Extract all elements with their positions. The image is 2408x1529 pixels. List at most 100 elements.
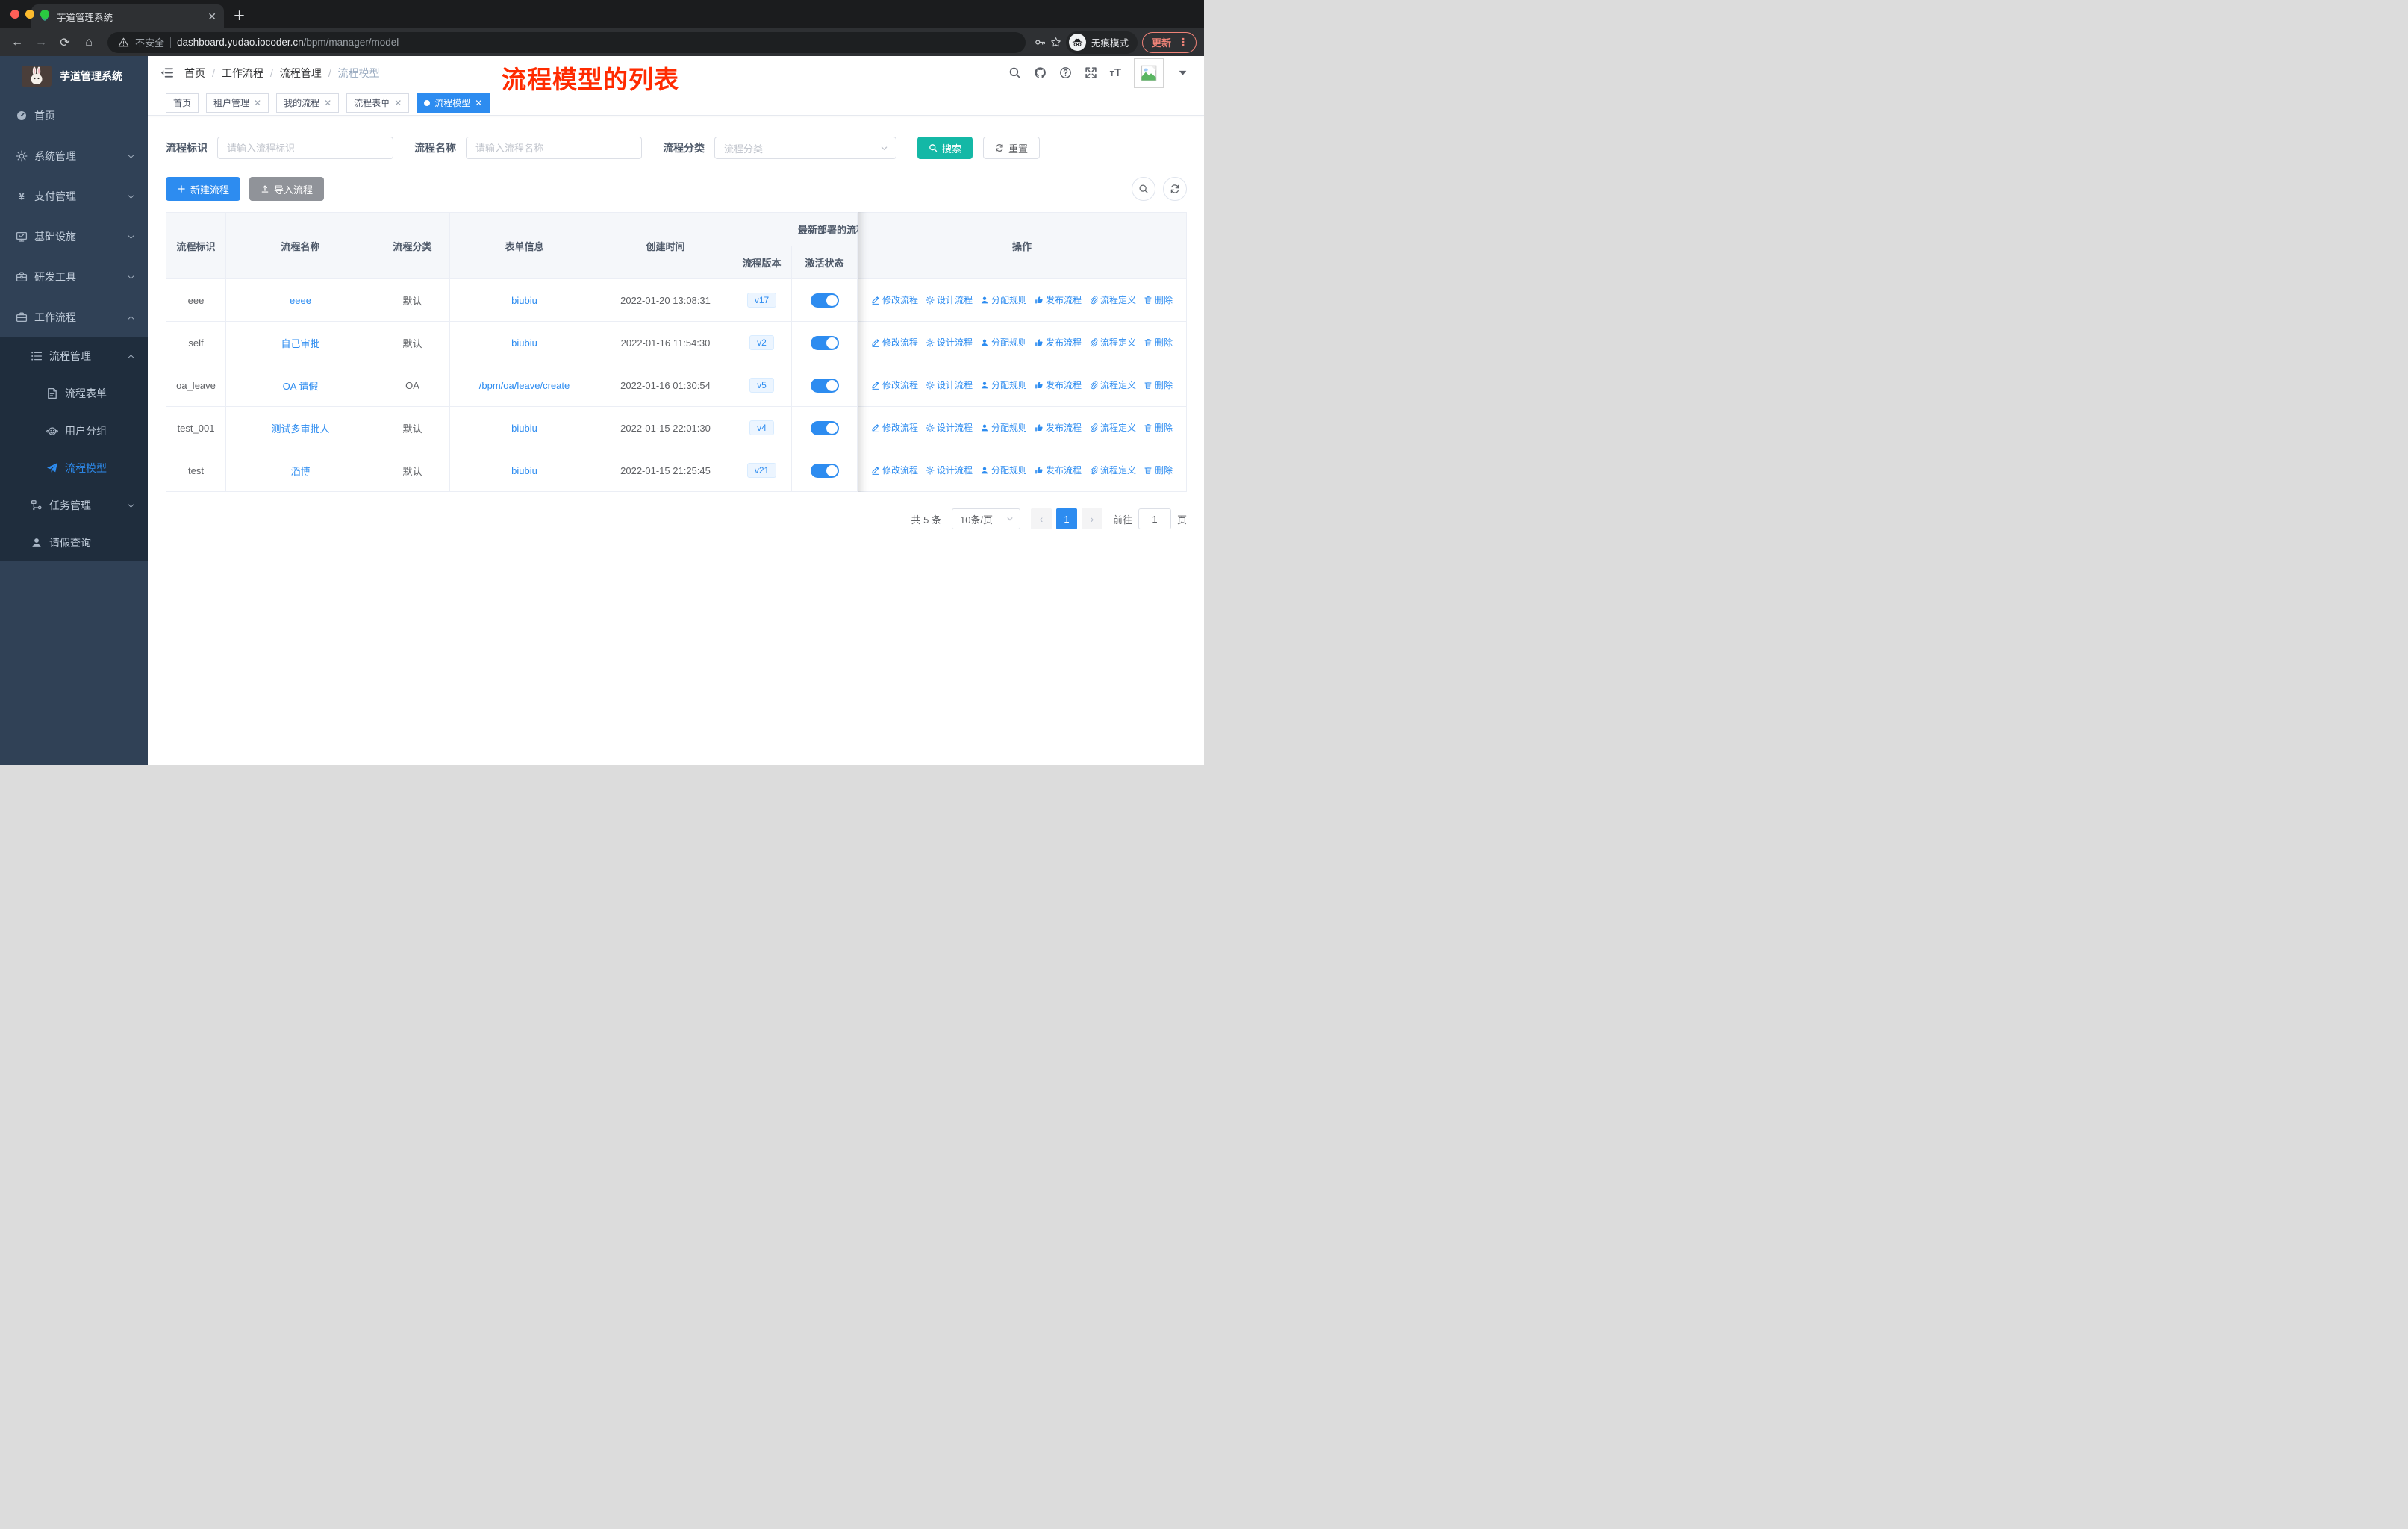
forward-icon[interactable]: → (31, 36, 51, 49)
new-tab-button[interactable]: ＋ (233, 5, 246, 24)
back-icon[interactable]: ← (7, 36, 27, 49)
star-icon[interactable] (1050, 37, 1061, 48)
tag-close-icon[interactable]: ✕ (324, 98, 331, 108)
action-delete[interactable]: 删除 (1144, 293, 1173, 306)
sidebar-item-leave-query[interactable]: 请假查询 (0, 524, 148, 561)
sidebar-item-devtool[interactable]: 研发工具 (0, 257, 148, 297)
security-label[interactable]: 不安全 (135, 35, 164, 49)
status-toggle[interactable] (810, 420, 839, 435)
action-definition[interactable]: 流程定义 (1089, 379, 1136, 391)
sidebar-item-process-model[interactable]: 流程模型 (0, 449, 148, 487)
category-select[interactable]: 流程分类 (714, 137, 896, 159)
tag-close-icon[interactable]: ✕ (254, 98, 261, 108)
breadcrumb-item[interactable]: 工作流程 (222, 66, 263, 81)
action-design[interactable]: 设计流程 (926, 379, 973, 391)
minimize-window-button[interactable] (25, 10, 34, 19)
form-link[interactable]: biubiu (511, 423, 537, 434)
action-assign[interactable]: 分配规则 (980, 293, 1027, 306)
caret-down-icon[interactable] (1176, 66, 1189, 79)
action-delete[interactable]: 删除 (1144, 336, 1173, 349)
form-link[interactable]: biubiu (511, 295, 537, 306)
show-search-button[interactable] (1132, 177, 1155, 201)
sidebar-item-process-form[interactable]: 流程表单 (0, 375, 148, 412)
action-definition[interactable]: 流程定义 (1089, 421, 1136, 434)
breadcrumb-item[interactable]: 流程管理 (280, 66, 322, 81)
page-1-button[interactable]: 1 (1055, 508, 1077, 529)
action-publish[interactable]: 发布流程 (1035, 379, 1082, 391)
action-definition[interactable]: 流程定义 (1089, 336, 1136, 349)
tag-my-process[interactable]: 我的流程 ✕ (276, 93, 340, 113)
goto-page-input[interactable] (1138, 508, 1171, 529)
action-assign[interactable]: 分配规则 (980, 464, 1027, 476)
next-page-button[interactable]: › (1081, 508, 1102, 529)
tag-process-form[interactable]: 流程表单 ✕ (346, 93, 410, 113)
reset-button[interactable]: 重置 (983, 137, 1041, 159)
sidebar-item-task-manage[interactable]: 任务管理 (0, 487, 148, 524)
github-icon[interactable] (1034, 66, 1047, 79)
avatar[interactable] (1134, 57, 1164, 88)
action-publish[interactable]: 发布流程 (1035, 464, 1082, 476)
prev-page-button[interactable]: ‹ (1030, 508, 1052, 529)
action-delete[interactable]: 删除 (1144, 421, 1173, 434)
create-process-button[interactable]: 新建流程 (166, 177, 241, 201)
search-button[interactable]: 搜索 (917, 137, 973, 159)
help-icon[interactable] (1059, 66, 1072, 79)
action-delete[interactable]: 删除 (1144, 379, 1173, 391)
sidebar-item-user-group[interactable]: 用户分组 (0, 412, 148, 449)
status-toggle[interactable] (810, 463, 839, 478)
fullscreen-icon[interactable] (1085, 66, 1097, 79)
action-publish[interactable]: 发布流程 (1035, 421, 1082, 434)
key-icon[interactable] (1035, 37, 1046, 48)
home-icon[interactable]: ⌂ (79, 36, 99, 49)
action-assign[interactable]: 分配规则 (980, 336, 1027, 349)
process-name-link[interactable]: eeee (290, 295, 311, 306)
reload-icon[interactable]: ⟳ (55, 35, 75, 50)
refresh-table-button[interactable] (1163, 177, 1187, 201)
action-publish[interactable]: 发布流程 (1035, 336, 1082, 349)
action-design[interactable]: 设计流程 (926, 421, 973, 434)
action-edit[interactable]: 修改流程 (871, 336, 918, 349)
action-edit[interactable]: 修改流程 (871, 293, 918, 306)
process-name-input[interactable] (466, 137, 642, 159)
browser-menu-icon[interactable]: ⋮ (1178, 36, 1188, 49)
action-design[interactable]: 设计流程 (926, 293, 973, 306)
action-publish[interactable]: 发布流程 (1035, 293, 1082, 306)
form-link[interactable]: biubiu (511, 465, 537, 476)
action-delete[interactable]: 删除 (1144, 464, 1173, 476)
process-name-link[interactable]: 滔博 (290, 466, 310, 477)
close-window-button[interactable] (10, 10, 19, 19)
sidebar-item-infra[interactable]: 基础设施 (0, 217, 148, 257)
font-size-icon[interactable]: TT (1110, 66, 1121, 79)
form-link[interactable]: biubiu (511, 337, 537, 349)
page-size-select[interactable]: 10条/页 (951, 508, 1020, 529)
process-key-input[interactable] (217, 137, 393, 159)
action-assign[interactable]: 分配规则 (980, 421, 1027, 434)
update-button[interactable]: 更新 ⋮ (1141, 31, 1197, 53)
sidebar-item-system[interactable]: 系统管理 (0, 136, 148, 176)
action-edit[interactable]: 修改流程 (871, 421, 918, 434)
import-process-button[interactable]: 导入流程 (249, 177, 325, 201)
process-name-link[interactable]: 自己审批 (281, 338, 319, 349)
action-design[interactable]: 设计流程 (926, 464, 973, 476)
action-edit[interactable]: 修改流程 (871, 464, 918, 476)
status-toggle[interactable] (810, 335, 839, 350)
search-icon[interactable] (1008, 66, 1021, 79)
form-link[interactable]: /bpm/oa/leave/create (479, 380, 570, 391)
tag-home[interactable]: 首页 (166, 93, 199, 113)
breadcrumb-item[interactable]: 首页 (184, 66, 205, 81)
tag-process-model[interactable]: 流程模型 ✕ (417, 93, 490, 113)
url-text[interactable]: dashboard.yudao.iocoder.cn/bpm/manager/m… (177, 37, 399, 48)
status-toggle[interactable] (810, 378, 839, 393)
action-design[interactable]: 设计流程 (926, 336, 973, 349)
address-bar[interactable]: 不安全 dashboard.yudao.iocoder.cn/bpm/manag… (107, 31, 1026, 53)
status-toggle[interactable] (810, 293, 839, 308)
tag-tenant[interactable]: 租户管理 ✕ (206, 93, 269, 113)
action-definition[interactable]: 流程定义 (1089, 464, 1136, 476)
tag-close-icon[interactable]: ✕ (475, 98, 482, 108)
maximize-window-button[interactable] (40, 10, 49, 19)
tab-close-icon[interactable]: ✕ (208, 10, 216, 23)
sidebar-item-process-manage[interactable]: 流程管理 (0, 337, 148, 375)
window-controls[interactable] (10, 10, 49, 19)
tag-close-icon[interactable]: ✕ (394, 98, 402, 108)
browser-tab[interactable]: 芋道管理系统 ✕ (31, 4, 224, 28)
